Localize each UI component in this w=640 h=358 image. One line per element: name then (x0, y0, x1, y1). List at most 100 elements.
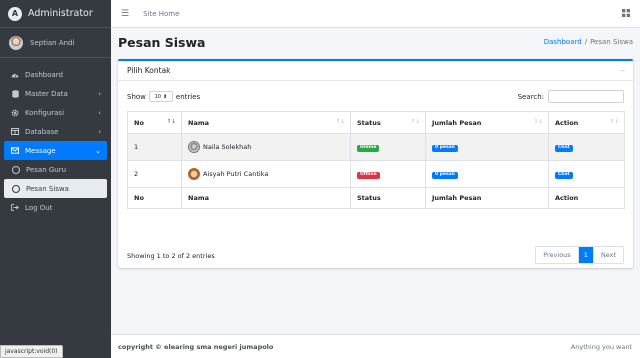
sort-icon: ↑↓ (533, 119, 543, 125)
table-info: Showing 1 to 2 of 2 entries (127, 252, 215, 260)
sidebar-item-message[interactable]: Message ⌄ (4, 141, 107, 160)
select-arrows-icon: ⬍ (162, 93, 168, 100)
column-footer-status: Status (350, 187, 426, 209)
card-title: Pilih Kontak (127, 66, 171, 75)
chevron-left-icon: ‹ (98, 108, 101, 117)
sidebar: A Administrator Septian Andi Dashboard M… (0, 0, 111, 358)
sidebar-item-label: Message (25, 146, 56, 155)
search-label: Search: (517, 92, 544, 101)
sidebar-item-label: Dashboard (25, 70, 63, 79)
pagination-page[interactable]: 1 (578, 247, 594, 263)
column-header-status[interactable]: Status ↑↓ (350, 111, 426, 134)
main-content: Pesan Siswa Dashboard / Pesan Siswa Pili… (111, 28, 640, 328)
sidebar-item-master-data[interactable]: Master Data ‹ (4, 84, 107, 103)
search-input[interactable] (548, 90, 624, 103)
chat-button[interactable]: Chat (555, 144, 573, 152)
column-header-action[interactable]: Action ↑↓ (548, 111, 625, 134)
table-header-row: No ↑↓ Nama ↑↓ Status ↑↓ Jumlah Pesan ↑↓ Acti… (127, 111, 625, 134)
page-title: Pesan Siswa (118, 35, 206, 50)
table-controls: Show 10 ⬍ entries Search: (118, 81, 633, 109)
topbar: ☰ Site Home (111, 0, 640, 28)
breadcrumb-current: Pesan Siswa (590, 38, 633, 46)
sign-out-icon (10, 204, 20, 211)
sidebar-item-pesan-guru[interactable]: Pesan Guru (4, 160, 107, 179)
brand-logo-letter: A (11, 8, 19, 18)
column-footer-action: Action (548, 187, 625, 209)
footer-tagline: Anything you want (570, 342, 632, 351)
sidebar-item-label: Pesan Siswa (26, 184, 69, 193)
column-footer-no: No (127, 187, 182, 209)
column-header-nama[interactable]: Nama ↑↓ (181, 111, 351, 134)
circle-icon (12, 184, 20, 193)
column-footer-nama: Nama (181, 187, 351, 209)
collapse-icon[interactable]: – (621, 66, 626, 76)
chat-button[interactable]: Chat (555, 171, 573, 179)
show-entries: Show 10 ⬍ entries (127, 91, 200, 102)
sidebar-item-label: Log Out (25, 203, 53, 212)
cell-no: 1 (127, 133, 182, 161)
sidebar-item-dashboard[interactable]: Dashboard (4, 65, 107, 84)
database-icon (10, 89, 20, 98)
message-count-badge: 0 pesan (432, 144, 458, 152)
entries-label: entries (175, 92, 201, 101)
gear-icon (10, 109, 20, 117)
sidebar-item-label: Database (25, 127, 59, 136)
contact-card: Pilih Kontak – Show 10 ⬍ entries Search:… (118, 59, 633, 268)
status-bar-url: javascript:void(0) (0, 345, 63, 358)
table-row: 2 Aisyah Putri Cantika Offline 0 pesan C… (127, 160, 625, 188)
sort-asc-icon: ↑↓ (166, 119, 176, 125)
pagination-next[interactable]: Next (593, 247, 623, 263)
menu-icon[interactable]: ☰ (121, 9, 129, 19)
status-badge: Online (357, 144, 380, 152)
cell-nama: Naila Solekhah (203, 143, 252, 151)
card-header: Pilih Kontak – (118, 61, 633, 81)
chevron-left-icon: ‹ (98, 127, 101, 136)
table-icon (10, 128, 20, 135)
footer-copyright: copyright © elearing sma negeri jumapolo (118, 342, 274, 351)
pagination-previous[interactable]: Previous (536, 247, 579, 263)
cell-nama: Aisyah Putri Cantika (203, 170, 269, 178)
sort-icon: ↑↓ (609, 119, 619, 125)
contact-avatar (188, 168, 200, 180)
table-footer-row: No Nama Status Jumlah Pesan Action (127, 187, 625, 209)
breadcrumb-home[interactable]: Dashboard (544, 38, 582, 46)
search: Search: (518, 90, 624, 103)
chevron-down-icon: ⌄ (95, 146, 101, 155)
brand[interactable]: A Administrator (0, 0, 111, 28)
column-footer-jumlah-pesan: Jumlah Pesan (425, 187, 549, 209)
sidebar-item-label: Master Data (25, 89, 68, 98)
breadcrumb: Dashboard / Pesan Siswa (544, 38, 633, 46)
circle-icon (12, 165, 20, 174)
table-row: 1 Naila Solekhah Online 0 pesan Chat (127, 133, 625, 161)
column-header-no[interactable]: No ↑↓ (127, 111, 182, 134)
footer: copyright © elearing sma negeri jumapolo… (111, 334, 640, 358)
sidebar-nav: Dashboard Master Data ‹ Konfigurasi ‹ Da… (0, 58, 111, 217)
avatar (9, 35, 23, 50)
chevron-left-icon: ‹ (98, 89, 101, 98)
sidebar-item-database[interactable]: Database ‹ (4, 122, 107, 141)
site-home-link[interactable]: Site Home (143, 10, 179, 18)
cell-no: 2 (127, 160, 182, 188)
dashboard-icon (10, 71, 20, 78)
user-name: Septian Andi (30, 38, 75, 47)
sidebar-item-label: Pesan Guru (26, 165, 67, 174)
contact-avatar (188, 141, 200, 153)
page-size-value: 10 (154, 93, 161, 100)
contacts-table: No ↑↓ Nama ↑↓ Status ↑↓ Jumlah Pesan ↑↓ Acti… (127, 111, 625, 209)
sidebar-item-logout[interactable]: Log Out (4, 198, 107, 217)
sidebar-item-konfigurasi[interactable]: Konfigurasi ‹ (4, 103, 107, 122)
page-size-select[interactable]: 10 ⬍ (148, 91, 173, 102)
status-badge: Offline (357, 171, 380, 179)
column-header-jumlah-pesan[interactable]: Jumlah Pesan ↑↓ (425, 111, 549, 134)
pagination: Previous 1 Next (535, 246, 624, 264)
sort-icon: ↑↓ (335, 119, 345, 125)
sort-icon: ↑↓ (410, 119, 420, 125)
sidebar-item-pesan-siswa[interactable]: Pesan Siswa (4, 179, 107, 198)
envelope-icon (10, 147, 20, 154)
user-panel[interactable]: Septian Andi (0, 28, 111, 58)
grid-icon[interactable] (622, 9, 630, 19)
brand-logo: A (8, 6, 22, 21)
brand-title: Administrator (28, 8, 93, 19)
show-label: Show (127, 92, 146, 101)
sidebar-item-label: Konfigurasi (25, 108, 65, 117)
